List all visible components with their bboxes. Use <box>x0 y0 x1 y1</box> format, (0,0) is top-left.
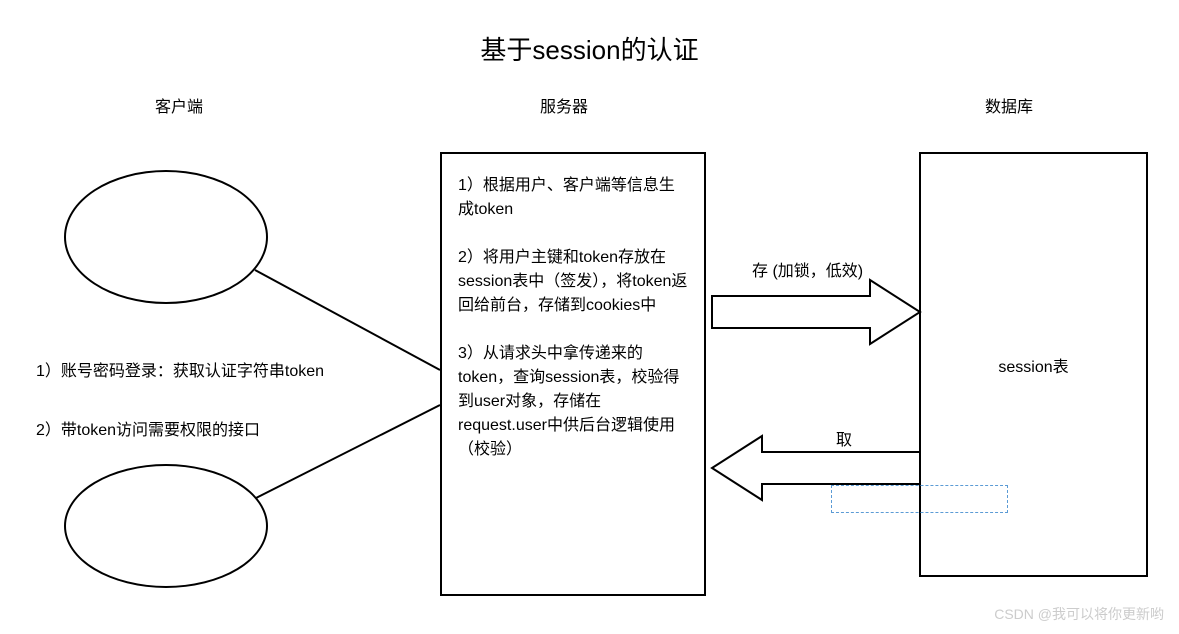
arrow-label-store: 存 (加锁，低效) <box>752 257 863 281</box>
arrow-store-icon <box>712 280 920 344</box>
client-node-2 <box>64 464 268 588</box>
server-step-1: 1）根据用户、客户端等信息生成token <box>458 174 688 222</box>
column-header-client: 客户端 <box>155 93 203 117</box>
diagram-title: 基于session的认证 <box>0 30 1179 67</box>
server-step-2: 2）将用户主键和token存放在session表中（签发），将token返回给前… <box>458 246 688 318</box>
watermark: CSDN @我可以将你更新哟 <box>994 604 1164 624</box>
server-step-3: 3）从请求头中拿传递来的token，查询session表，校验得到user对象，… <box>458 342 688 462</box>
column-header-database: 数据库 <box>985 93 1033 117</box>
connector-client2-server <box>256 405 440 498</box>
client-step-2: 2）带token访问需要权限的接口 <box>36 416 260 440</box>
column-header-server: 服务器 <box>540 93 588 117</box>
database-box: session表 <box>919 152 1148 577</box>
arrow-label-fetch: 取 <box>836 426 852 450</box>
server-box: 1）根据用户、客户端等信息生成token 2）将用户主键和token存放在ses… <box>440 152 706 596</box>
database-label: session表 <box>998 353 1068 377</box>
selection-indicator <box>831 485 1008 513</box>
client-step-1: 1）账号密码登录：获取认证字符串token <box>36 357 324 381</box>
connector-client1-server <box>255 270 440 370</box>
client-node-1 <box>64 170 268 304</box>
